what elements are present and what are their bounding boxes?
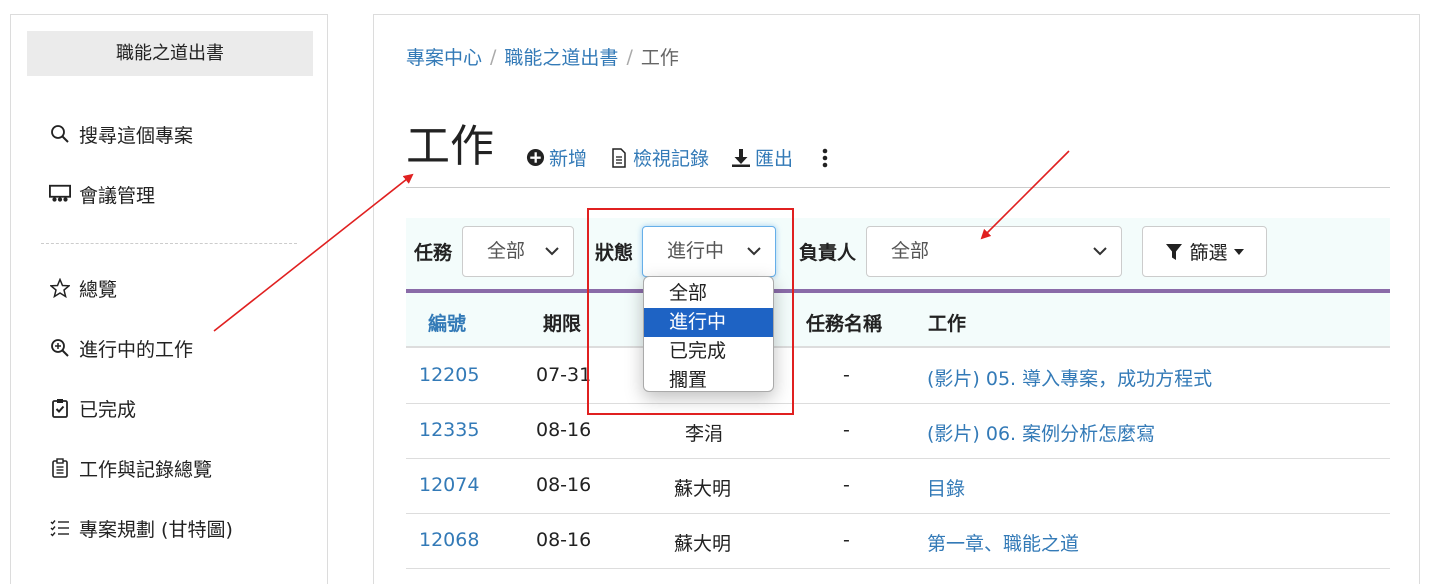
sidebar-item-overview[interactable]: 總覽	[49, 273, 117, 303]
breadcrumb-current: 工作	[640, 47, 679, 69]
sidebar-item-in-progress[interactable]: 進行中的工作	[49, 333, 193, 363]
more-menu-button[interactable]	[815, 148, 839, 168]
sidebar-item-label: 專案規劃 (甘特圖)	[79, 518, 233, 541]
download-icon	[731, 148, 751, 168]
chevron-down-icon	[545, 227, 559, 276]
filter-button-label: 篩選	[1189, 242, 1228, 264]
caret-down-icon	[1233, 248, 1244, 255]
status-filter-label: 狀態	[595, 242, 634, 264]
column-header-task-name: 任務名稱	[806, 313, 883, 335]
row-due: 08-16	[536, 419, 592, 441]
view-log-label: 檢視記錄	[633, 148, 710, 170]
sidebar-item-label: 會議管理	[79, 184, 156, 207]
sidebar-item-label: 已完成	[79, 398, 137, 421]
breadcrumb-project[interactable]: 職能之道出書	[504, 43, 618, 70]
document-icon	[609, 147, 629, 168]
table-row: 12205 07-31 - (影片) 05. 導入專案，成功方程式	[406, 349, 1390, 404]
status-option-completed[interactable]: 已完成	[644, 337, 773, 366]
zoom-in-icon	[49, 337, 71, 359]
row-due: 08-16	[536, 474, 592, 496]
sidebar-item-work-log-overview[interactable]: 工作與記錄總覽	[49, 453, 212, 483]
row-task: -	[843, 474, 850, 496]
row-work[interactable]: 目錄	[927, 474, 965, 501]
sidebar-item-label: 工作與記錄總覽	[79, 458, 213, 481]
status-option-in-progress[interactable]: 進行中	[644, 308, 773, 337]
sidebar-divider	[41, 243, 297, 244]
row-task: -	[843, 364, 850, 386]
page-title: 工作	[406, 121, 494, 172]
table-header: 編號 期限 任務名稱 工作	[406, 293, 1390, 348]
search-icon	[49, 123, 71, 145]
status-option-all[interactable]: 全部	[644, 279, 773, 308]
chevron-down-icon	[747, 227, 761, 276]
row-owner: 李涓	[685, 423, 724, 445]
plus-circle-icon	[525, 148, 545, 168]
row-task: -	[843, 529, 850, 551]
view-log-button[interactable]: 檢視記錄	[609, 144, 709, 171]
breadcrumb-separator: /	[490, 45, 497, 68]
sidebar-item-gantt[interactable]: 專案規劃 (甘特圖)	[49, 513, 233, 543]
sidebar-item-completed[interactable]: 已完成	[49, 393, 136, 423]
row-id[interactable]: 12074	[419, 474, 479, 496]
owner-filter-label: 負責人	[799, 242, 857, 264]
row-work[interactable]: (影片) 06. 案例分析怎麼寫	[927, 419, 1155, 446]
breadcrumb-separator: /	[626, 45, 633, 68]
status-option-on-hold[interactable]: 擱置	[644, 366, 773, 395]
chevron-down-icon	[1093, 227, 1107, 276]
export-button[interactable]: 匯出	[731, 144, 793, 171]
header-divider	[406, 187, 1390, 188]
star-icon	[49, 277, 71, 299]
table-row: 12335 08-16 李涓 - (影片) 06. 案例分析怎麼寫	[406, 404, 1390, 459]
table-row: 12068 08-16 蘇大明 - 第一章、職能之道	[406, 514, 1390, 569]
add-label: 新增	[549, 148, 588, 170]
breadcrumb: 專案中心 / 職能之道出書 / 工作	[406, 43, 679, 70]
clipboard-list-icon	[49, 457, 71, 479]
row-id[interactable]: 12205	[419, 364, 479, 386]
row-id[interactable]: 12335	[419, 419, 479, 441]
row-id[interactable]: 12068	[419, 529, 479, 551]
row-task: -	[843, 419, 850, 441]
status-dropdown-list: 全部 進行中 已完成 擱置	[643, 276, 774, 392]
row-work[interactable]: (影片) 05. 導入專案，成功方程式	[927, 364, 1212, 391]
status-select-value: 進行中	[667, 240, 725, 262]
column-header-due: 期限	[543, 313, 582, 335]
meeting-icon	[49, 183, 71, 205]
filter-button[interactable]: 篩選	[1142, 226, 1267, 277]
clipboard-check-icon	[49, 397, 71, 419]
table-row: 12074 08-16 蘇大明 - 目錄	[406, 459, 1390, 514]
task-select-value: 全部	[487, 240, 526, 262]
checklist-icon	[49, 517, 71, 539]
row-owner: 蘇大明	[674, 478, 732, 500]
sidebar-item-label: 搜尋這個專案	[79, 124, 194, 147]
sidebar-item-label: 總覽	[79, 278, 118, 301]
row-work[interactable]: 第一章、職能之道	[927, 529, 1079, 556]
kebab-menu-icon	[815, 148, 835, 168]
sidebar-item-label: 進行中的工作	[79, 338, 194, 361]
row-due: 08-16	[536, 529, 592, 551]
export-label: 匯出	[755, 148, 794, 170]
project-title[interactable]: 職能之道出書	[27, 31, 313, 76]
funnel-icon	[1165, 243, 1183, 261]
sidebar: 職能之道出書 搜尋這個專案 會議管理 總覽 進行中的工作 已完成 工作與記錄總覽…	[10, 14, 328, 584]
row-due: 07-31	[536, 364, 592, 386]
status-select[interactable]: 進行中	[642, 226, 776, 277]
row-owner: 蘇大明	[674, 533, 732, 555]
owner-select[interactable]: 全部	[866, 226, 1122, 277]
add-button[interactable]: 新增	[525, 144, 587, 171]
toolbar: 新增 檢視記錄 匯出	[525, 144, 861, 171]
owner-select-value: 全部	[891, 240, 930, 262]
column-header-work: 工作	[928, 313, 967, 335]
task-select[interactable]: 全部	[462, 226, 574, 277]
task-filter-label: 任務	[414, 242, 453, 264]
sidebar-item-search[interactable]: 搜尋這個專案	[49, 119, 193, 149]
breadcrumb-project-center[interactable]: 專案中心	[406, 43, 482, 70]
filter-bar: 任務 全部 狀態 進行中 負責人 全部 篩選	[406, 218, 1390, 290]
column-header-id[interactable]: 編號	[428, 309, 466, 336]
main-panel: 專案中心 / 職能之道出書 / 工作 工作 新增 檢視記錄 匯出 任務 全部 狀…	[373, 14, 1420, 584]
sidebar-item-meetings[interactable]: 會議管理	[49, 179, 155, 209]
